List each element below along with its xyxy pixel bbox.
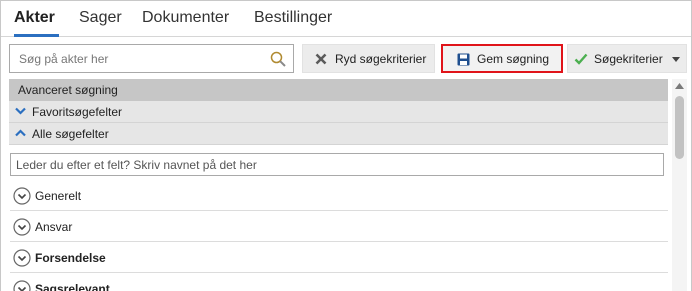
chevron-up-icon: [15, 129, 26, 137]
group-generelt[interactable]: Generelt: [10, 181, 668, 211]
circle-chevron-down-icon: [13, 280, 31, 291]
search-input[interactable]: [10, 45, 265, 72]
checkmark-icon: [574, 53, 588, 65]
group-label: Sagsrelevant: [35, 282, 110, 291]
search-criteria-dropdown[interactable]: Søgekriterier: [567, 44, 687, 73]
tab-bestillinger[interactable]: Bestillinger: [254, 9, 332, 27]
group-ansvar[interactable]: Ansvar: [10, 212, 668, 242]
group-forsendelse[interactable]: Forsendelse: [10, 243, 668, 273]
circle-chevron-down-icon: [13, 218, 31, 236]
group-sagsrelevant[interactable]: Sagsrelevant: [10, 274, 668, 291]
floppy-disk-icon: [457, 53, 470, 66]
circle-chevron-down-icon: [13, 249, 31, 267]
scroll-up-arrow-icon[interactable]: [675, 83, 684, 89]
save-search-button[interactable]: Gem søgning: [441, 44, 563, 73]
group-label: Ansvar: [35, 220, 73, 234]
active-tab-indicator: [14, 34, 59, 37]
tab-akter[interactable]: Akter: [14, 9, 55, 27]
close-x-icon: [315, 53, 327, 65]
all-fields-toggle[interactable]: Alle søgefelter: [9, 123, 668, 145]
tab-dokumenter[interactable]: Dokumenter: [142, 9, 229, 27]
group-label: Generelt: [35, 189, 82, 203]
tab-bar: Akter Sager Dokumenter Bestillinger: [1, 1, 691, 37]
vertical-scrollbar[interactable]: [672, 79, 687, 291]
chevron-down-icon: [15, 107, 26, 115]
favorite-fields-toggle[interactable]: Favoritsøgefelter: [9, 101, 668, 123]
tab-sager[interactable]: Sager: [79, 9, 122, 27]
circle-chevron-down-icon: [13, 187, 31, 205]
search-icon[interactable]: [269, 50, 287, 68]
clear-criteria-button[interactable]: Ryd søgekriterier: [302, 44, 435, 73]
window-frame: Akter Sager Dokumenter Bestillinger Ryd …: [0, 0, 692, 291]
group-label: Forsendelse: [35, 251, 106, 265]
clear-criteria-label: Ryd søgekriterier: [335, 52, 427, 66]
search-criteria-label: Søgekriterier: [594, 52, 663, 66]
field-search-box: [10, 153, 664, 176]
save-search-label: Gem søgning: [477, 52, 550, 66]
field-search-input[interactable]: [11, 154, 663, 175]
caret-down-icon: [672, 57, 680, 62]
favorite-fields-label: Favoritsøgefelter: [32, 105, 123, 119]
scrollbar-thumb[interactable]: [675, 96, 684, 159]
all-fields-label: Alle søgefelter: [32, 127, 109, 141]
advanced-search-header: Avanceret søgning: [9, 79, 668, 101]
search-box: [9, 44, 294, 73]
advanced-search-title: Avanceret søgning: [18, 83, 118, 97]
